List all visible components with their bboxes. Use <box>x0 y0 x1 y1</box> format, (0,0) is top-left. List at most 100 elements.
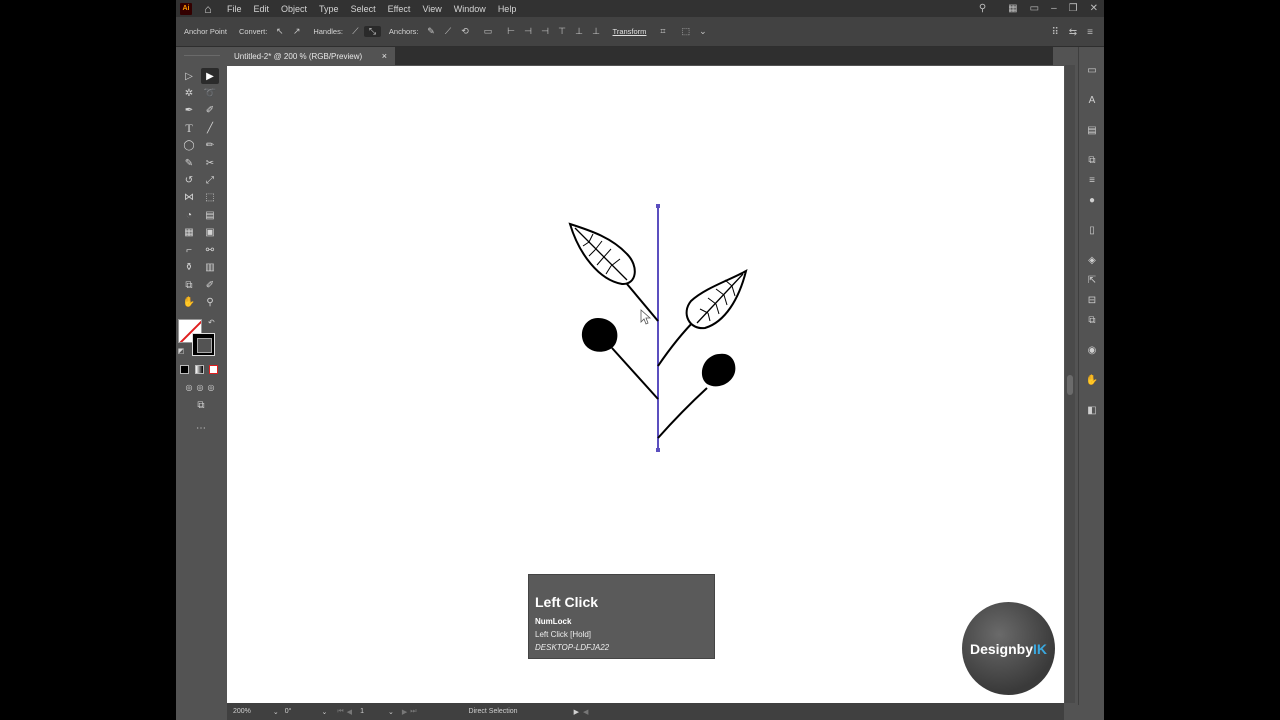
hide-handles-icon[interactable]: ⤡ <box>363 26 381 37</box>
menu-object[interactable]: Object <box>275 4 313 14</box>
show-handles-icon[interactable]: ⟋ <box>347 26 364 37</box>
comments-icon[interactable]: ▭ <box>1084 63 1100 77</box>
align-middle-icon[interactable]: ⊥ <box>571 26 588 37</box>
zoom-level[interactable]: 200% <box>233 708 251 715</box>
hscroll-left-icon[interactable]: ◀ <box>583 708 588 716</box>
align-left-icon[interactable]: ⊢ <box>503 26 520 37</box>
align-right-icon[interactable]: ⊣ <box>537 26 554 37</box>
document-info-icon[interactable]: ▯ <box>1084 223 1100 237</box>
transform-link[interactable]: Transform <box>613 27 647 36</box>
export-icon[interactable]: ⇱ <box>1084 273 1100 287</box>
hand-tool-icon[interactable]: ✋ <box>180 294 198 310</box>
menu-file[interactable]: File <box>221 4 248 14</box>
symbol-sprayer-tool-icon[interactable]: ⚱ <box>180 259 198 275</box>
menu-select[interactable]: Select <box>345 4 382 14</box>
panel-grid-icon[interactable]: ⠿ <box>1051 27 1058 38</box>
menu-view[interactable]: View <box>416 4 447 14</box>
swap-fill-stroke-icon[interactable]: ↶ <box>208 318 215 327</box>
control-bar-menu-icon[interactable]: ≡ <box>1087 27 1093 38</box>
isolate-icon[interactable]: ▭ <box>480 26 497 37</box>
appearance-icon[interactable]: ● <box>1084 193 1100 207</box>
color-guide-icon[interactable]: ◉ <box>1084 343 1100 357</box>
pathfinder-icon[interactable]: ⧉ <box>1084 313 1100 327</box>
artboard-dropdown-chevron-icon[interactable]: ⌄ <box>388 708 394 716</box>
screen-mode-icon[interactable]: ⧉ <box>192 397 210 413</box>
magic-wand-tool-icon[interactable]: ✲ <box>180 85 198 101</box>
zoom-tool-icon[interactable]: ⚲ <box>201 294 219 310</box>
column-graph-tool-icon[interactable]: ▥ <box>201 259 219 275</box>
default-colors-icon[interactable]: ◩ <box>176 346 186 356</box>
rotation-value[interactable]: 0° <box>285 708 292 715</box>
line-tool-icon[interactable]: ╱ <box>201 120 219 136</box>
width-tool-icon[interactable]: ⋈ <box>180 189 198 205</box>
lower-left-branch[interactable] <box>611 347 659 400</box>
stroke-icon[interactable]: ≡ <box>1084 173 1100 187</box>
close-tab-icon[interactable]: × <box>382 51 387 61</box>
slice-tool-icon[interactable]: ✐ <box>201 277 219 293</box>
scale-tool-icon[interactable]: ⤢ <box>201 172 219 188</box>
close-icon[interactable]: ✕ <box>1090 3 1098 14</box>
perspective-grid-tool-icon[interactable]: ▤ <box>201 207 219 223</box>
zoom-dropdown-chevron-icon[interactable]: ⌄ <box>273 708 279 716</box>
rotation-dropdown-chevron-icon[interactable]: ⌄ <box>321 708 327 716</box>
curvature-tool-icon[interactable]: ✐ <box>201 102 219 118</box>
lasso-tool-icon[interactable]: ➰ <box>201 85 219 101</box>
vertical-scrollbar[interactable] <box>1065 65 1075 703</box>
arrange-icon[interactable]: ⇆ <box>1069 27 1077 38</box>
transparency-icon[interactable]: ◧ <box>1084 403 1100 417</box>
scissors-tool-icon[interactable]: ✂ <box>201 155 219 171</box>
gradient-tool-icon[interactable]: ▣ <box>201 224 219 240</box>
upper-right-branch[interactable] <box>657 317 698 367</box>
pencil-tool-icon[interactable]: ✎ <box>180 155 198 171</box>
paintbrush-tool-icon[interactable]: ✏ <box>201 137 219 153</box>
upper-left-leaf[interactable] <box>568 222 636 286</box>
selection-tool-icon[interactable]: ▷ <box>180 68 198 84</box>
shape-options-icon[interactable]: ⬚ <box>677 26 694 37</box>
scrollbar-thumb[interactable] <box>1067 375 1073 395</box>
edit-toolbar-icon[interactable]: ⋯ <box>192 420 210 436</box>
minimize-icon[interactable]: – <box>1051 3 1057 14</box>
convert-to-corner-icon[interactable]: ↖ <box>271 26 288 37</box>
upper-right-leaf[interactable] <box>685 268 748 330</box>
anchor-point-bottom[interactable] <box>656 448 660 452</box>
chevron-down-icon[interactable]: ⌄ <box>694 26 711 37</box>
direct-selection-tool-icon[interactable]: ▶ <box>201 68 219 84</box>
draw-inside-icon[interactable]: ◎ <box>202 379 220 395</box>
free-transform-tool-icon[interactable]: ⬚ <box>201 189 219 205</box>
none-mode-icon[interactable] <box>209 365 218 374</box>
prev-artboard-icon[interactable]: ◀ <box>347 708 352 716</box>
artboard-number[interactable]: 1 <box>360 708 364 715</box>
ellipse-tool-icon[interactable]: ◯ <box>180 137 198 153</box>
shape-builder-tool-icon[interactable]: ◔ <box>180 207 198 223</box>
type-tool-icon[interactable]: T <box>180 120 198 136</box>
puppet-warp-icon[interactable]: ✋ <box>1084 373 1100 387</box>
ai-assist-icon[interactable]: A <box>1084 93 1100 107</box>
libraries-icon[interactable]: ⧉ <box>1084 153 1100 167</box>
menu-window[interactable]: Window <box>448 4 492 14</box>
status-menu-arrow-icon[interactable]: ▶ <box>574 708 579 716</box>
stroke-swatch[interactable] <box>192 333 215 356</box>
align-panel-icon[interactable]: ⊟ <box>1084 293 1100 307</box>
menu-type[interactable]: Type <box>313 4 345 14</box>
restore-icon[interactable]: ❐ <box>1069 3 1078 14</box>
align-center-icon[interactable]: ⊣ <box>520 26 537 37</box>
arrange-documents-icon[interactable]: ▦ <box>1008 3 1017 14</box>
eyedropper-tool-icon[interactable]: ⌐ <box>180 242 198 258</box>
first-artboard-icon[interactable]: ⏮ <box>337 708 343 716</box>
cut-path-icon[interactable]: ⟲ <box>457 26 474 37</box>
lower-right-branch[interactable] <box>657 387 708 439</box>
document-tab[interactable]: Untitled-2* @ 200 % (RGB/Preview) × <box>227 47 395 65</box>
pen-tool-icon[interactable]: ✒ <box>180 102 198 118</box>
properties-icon[interactable]: ▤ <box>1084 123 1100 137</box>
connect-endpoints-icon[interactable]: ⟋ <box>440 26 457 37</box>
right-berry[interactable] <box>701 353 736 387</box>
gradient-mode-icon[interactable] <box>195 365 204 374</box>
rotate-tool-icon[interactable]: ↺ <box>180 172 198 188</box>
workspace-switcher-icon[interactable]: ▭ <box>1030 3 1039 14</box>
layers-icon[interactable]: ◈ <box>1084 253 1100 267</box>
align-top-icon[interactable]: ⊤ <box>554 26 571 37</box>
align-bottom-icon[interactable]: ⊥ <box>588 26 605 37</box>
left-berry[interactable] <box>581 318 618 352</box>
remove-anchor-icon[interactable]: ✎ <box>423 26 440 37</box>
menu-help[interactable]: Help <box>492 4 523 14</box>
